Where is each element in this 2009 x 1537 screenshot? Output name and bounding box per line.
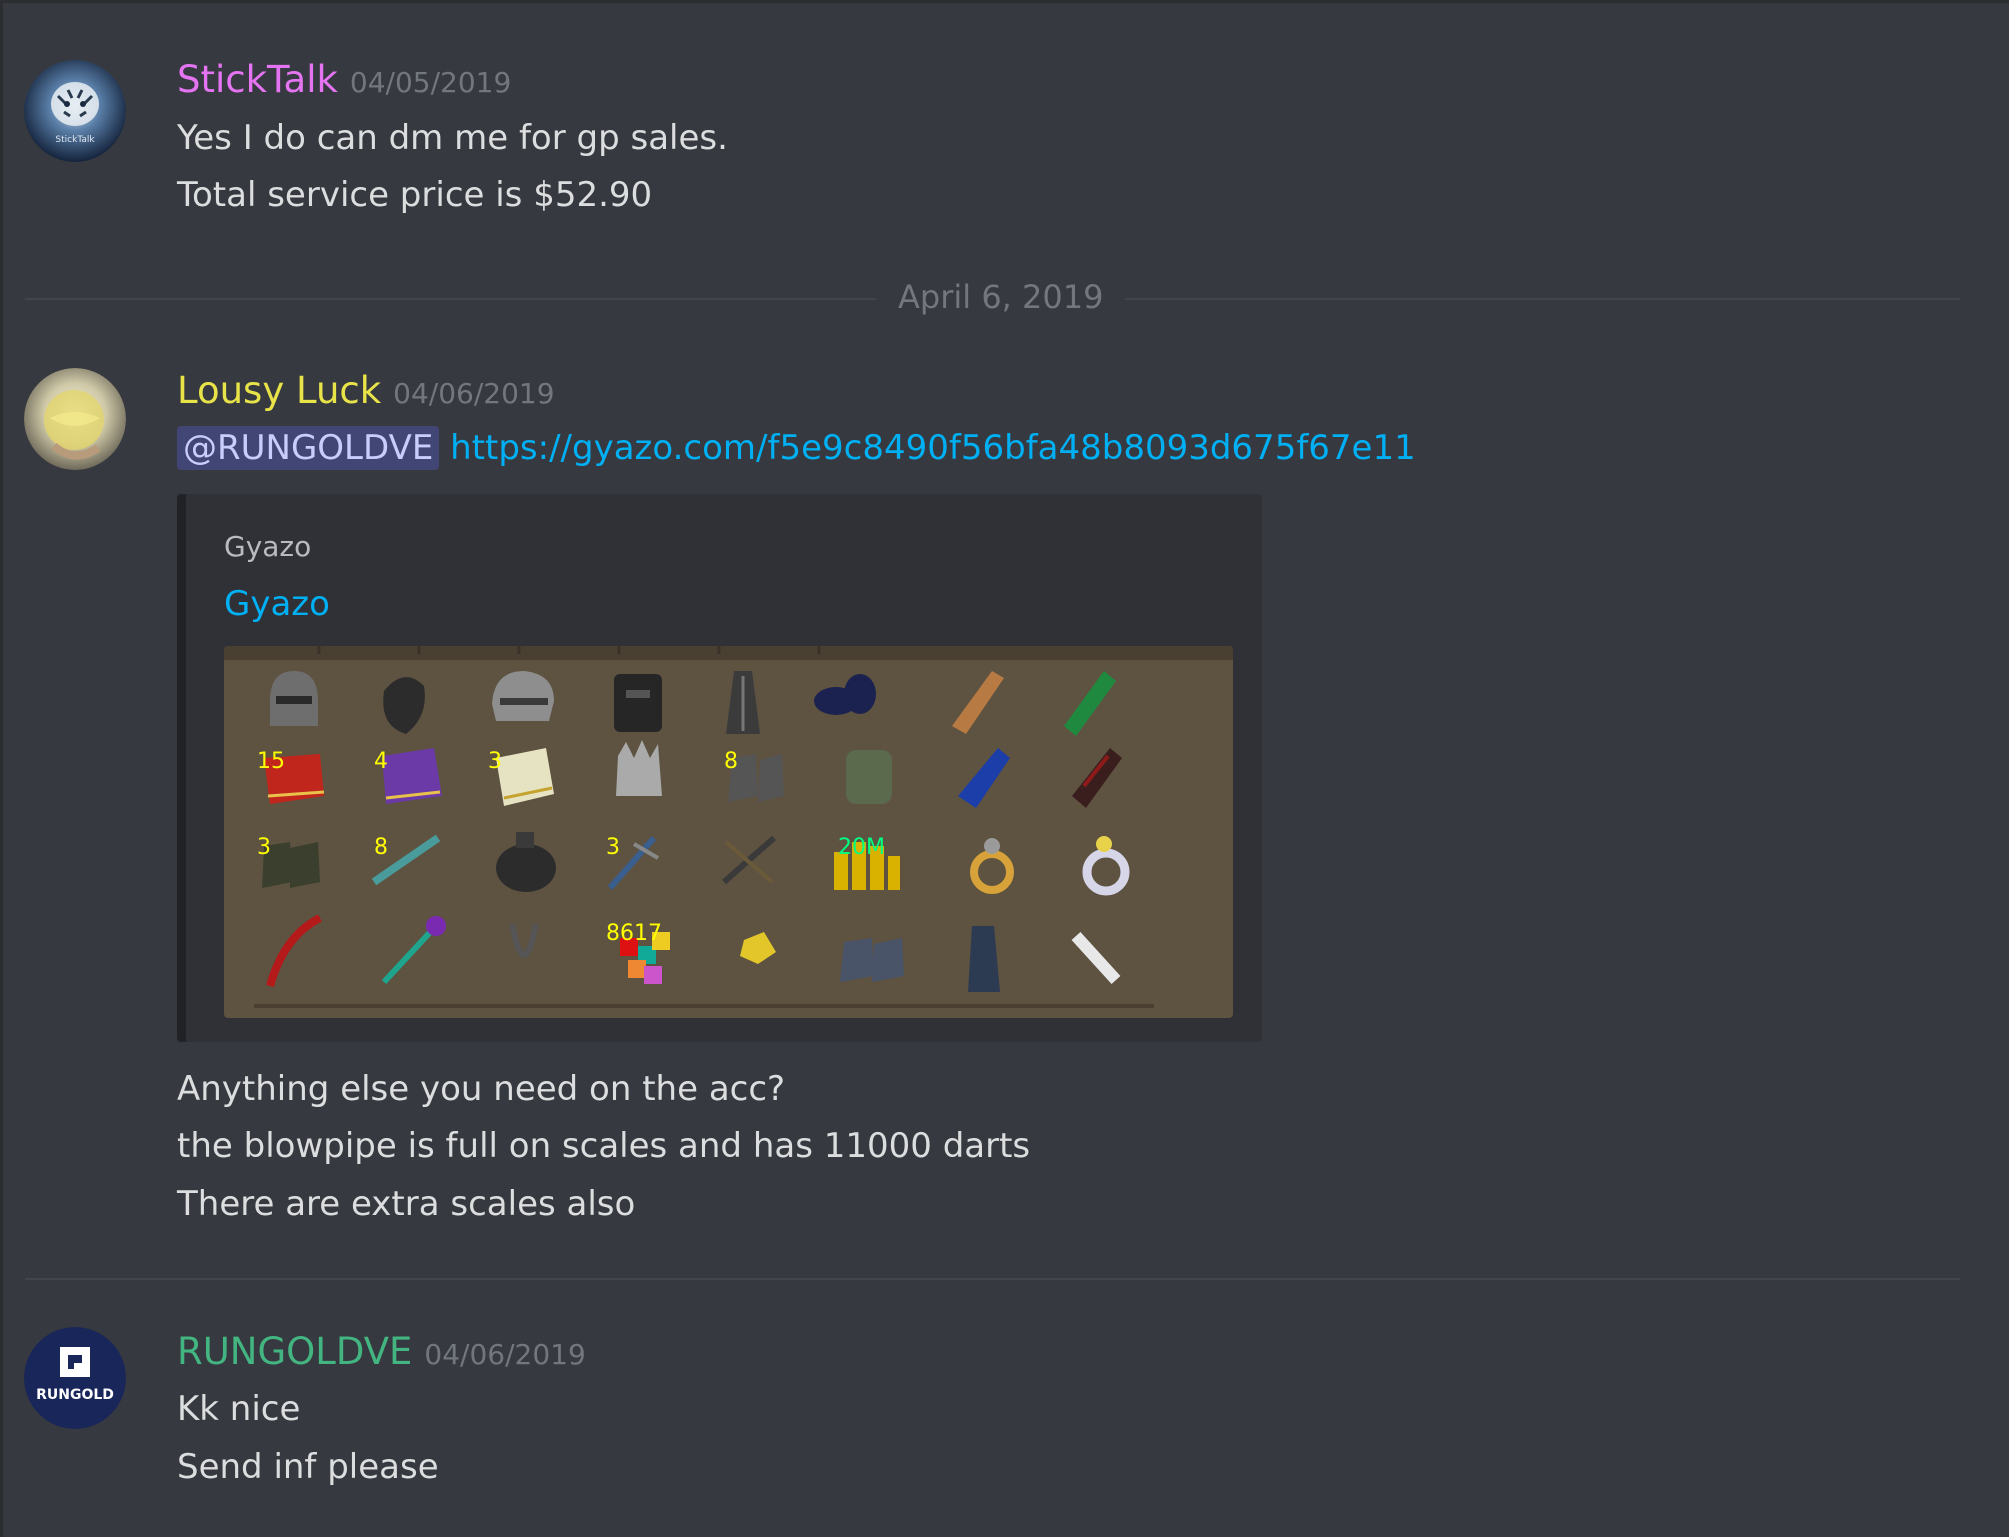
message-text: Kk nice	[177, 1389, 301, 1429]
username[interactable]: RUNGOLDVE	[177, 1330, 412, 1373]
message-text: Yes I do can dm me for gp sales.	[177, 118, 728, 158]
runescape-inventory-screenshot: 15 4 3 8 3 8 3 20M 8617	[224, 646, 1233, 1018]
message-text: the blowpipe is full on scales and has 1…	[177, 1126, 1031, 1166]
boots-icon	[840, 938, 904, 982]
message-link[interactable]: https://gyazo.com/f5e9c8490f56bfa48b8093…	[450, 428, 1416, 468]
stack-count: 20M	[838, 835, 885, 860]
body-armour-icon	[614, 674, 662, 732]
avatar[interactable]: RUNGOLD	[24, 1327, 126, 1429]
message-text: Total service price is $52.90	[177, 175, 653, 215]
timestamp: 04/05/2019	[349, 66, 512, 99]
avatar[interactable]	[24, 368, 126, 470]
date-divider-label: April 6, 2019	[876, 278, 1126, 316]
svg-text:RUNGOLD: RUNGOLD	[36, 1387, 114, 1403]
message-text: There are extra scales also	[177, 1184, 636, 1224]
tiger-avatar-icon: StickTalk	[24, 60, 126, 162]
purple-book-icon	[382, 748, 442, 804]
user-mention[interactable]: @RUNGOLDVE	[177, 426, 440, 470]
embed-provider[interactable]: Gyazo	[224, 530, 311, 563]
message-divider	[25, 1278, 1960, 1280]
avatar[interactable]: StickTalk	[24, 60, 126, 162]
message-text: @RUNGOLDVE https://gyazo.com/f5e9c8490f5…	[177, 426, 1416, 470]
message-text: Anything else you need on the acc?	[177, 1069, 786, 1109]
user-avatar-icon	[24, 368, 126, 470]
stack-count: 4	[374, 749, 388, 774]
username[interactable]: StickTalk	[177, 58, 338, 101]
username[interactable]: Lousy Luck	[177, 369, 381, 412]
link-embed: Gyazo Gyazo 15 4 3 8 3 8 3 20M 8617	[177, 494, 1262, 1042]
left-border	[0, 0, 3, 1537]
top-border	[0, 0, 2009, 3]
svg-text:StickTalk: StickTalk	[55, 135, 95, 145]
message-header: StickTalk 04/05/2019	[177, 58, 511, 108]
stack-count: 3	[606, 835, 620, 860]
stack-count: 8617	[606, 921, 662, 946]
rungold-logo-icon: RUNGOLD	[24, 1327, 126, 1429]
embed-title[interactable]: Gyazo	[224, 584, 330, 624]
chat-messages: StickTalk StickTalk 04/05/2019 Yes I do c…	[0, 0, 2009, 1537]
embed-image[interactable]: 15 4 3 8 3 8 3 20M 8617	[224, 646, 1233, 1018]
message-header: RUNGOLDVE 04/06/2019	[177, 1330, 586, 1380]
stack-count: 15	[257, 749, 285, 774]
message-header: Lousy Luck 04/06/2019	[177, 369, 555, 419]
stack-count: 3	[257, 835, 271, 860]
stack-count: 8	[724, 749, 738, 774]
timestamp: 04/06/2019	[393, 377, 555, 410]
helmet-icon	[270, 671, 318, 726]
backpack-icon	[846, 750, 892, 804]
message-text: Send inf please	[177, 1447, 439, 1487]
stack-count: 3	[488, 749, 502, 774]
stack-count: 8	[374, 835, 388, 860]
timestamp: 04/06/2019	[424, 1338, 586, 1371]
